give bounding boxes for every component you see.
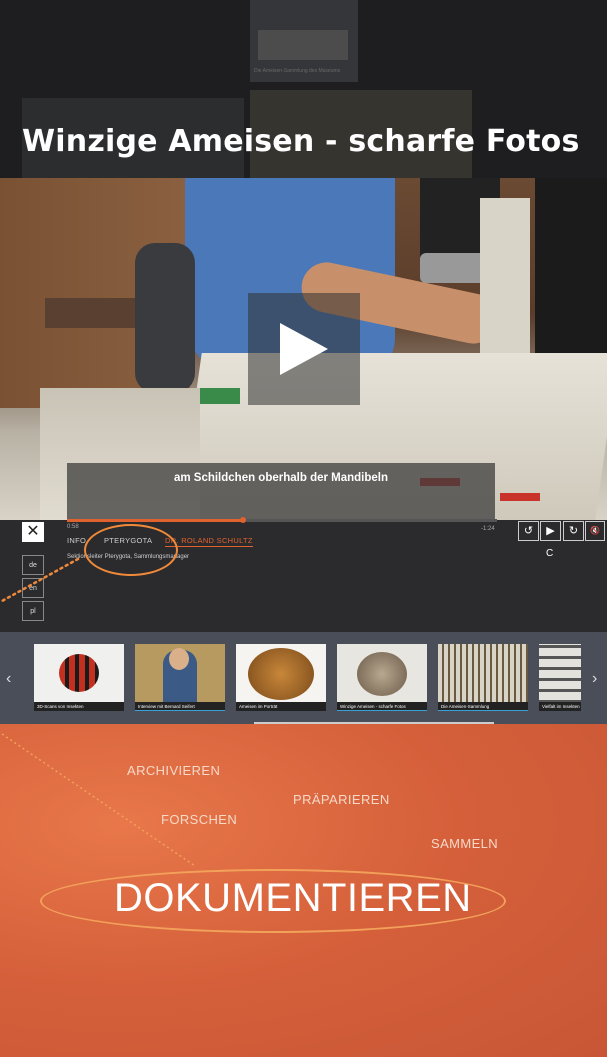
thumbnail-indicator [135,710,225,711]
replay-icon: ↺ [523,525,534,537]
thumbnail-item[interactable]: Winzige Ameisen - scharfe Fotos [337,644,427,711]
play-icon [280,323,328,375]
annotation-oval [84,524,178,576]
chair [135,243,195,393]
speaker-icon: 🔇 [590,526,600,535]
word-sammeln: SAMMELN [431,836,499,851]
thumbnail-caption: Vielfalt im Insekten [539,702,581,711]
time-elapsed: 0:58 [67,524,79,530]
annotation-dotted-line [0,557,80,603]
word-forschen: FORSCHEN [161,812,238,827]
thumbnail-item[interactable]: 3D-Scans von Insekten [34,644,124,711]
thumbnail-item[interactable]: Die Ameisen-Sammlung [438,644,528,711]
tab-roland-schultz[interactable]: DR. ROLAND SCHULTZ [165,536,253,547]
chevron-left-icon[interactable]: ‹ [6,670,11,688]
thumbnail-item[interactable]: Vielfalt im Insekten [539,644,581,711]
replay-button[interactable]: ↺ [518,521,539,541]
tab-info[interactable]: INFO [67,536,86,545]
face [169,648,189,670]
captions-toggle[interactable]: C [546,548,553,559]
thumbnail-indicator [337,710,427,711]
play-button[interactable] [248,293,360,405]
ant-image [357,652,407,696]
annotation-oval [40,869,506,933]
word-praeparieren: PRÄPARIEREN [293,792,390,807]
wall-paper [480,198,530,358]
annotation-dotted-line [1,733,196,867]
close-button[interactable]: ✕ [22,522,44,542]
page-title: Winzige Ameisen - scharfe Fotos [22,124,580,159]
thumbnail-indicator [438,710,528,711]
thumbnail-item[interactable]: Interview mit Bernard Seifert [135,644,225,711]
mute-button[interactable]: 🔇 [585,521,605,541]
label-red [500,493,540,501]
video-subtitle: am Schildchen oberhalb der Mandibeln [67,463,495,520]
cabinet-drawer [45,298,135,328]
background-thumb-caption: Die Ameisen-Sammlung des Museums [254,68,341,74]
thumbnail-item[interactable]: Ameisen im Porträt [236,644,326,711]
ant-head-image [248,648,314,700]
forward-icon: ↻ [568,525,579,537]
chevron-right-icon[interactable]: › [592,670,597,688]
time-remaining: -1:24 [481,526,495,532]
bug-image [59,654,99,692]
thumbnail-caption: 3D-Scans von Insekten [34,702,124,711]
thumbnail-caption: Ameisen im Porträt [236,702,326,711]
progress-fill [67,519,244,522]
monitor-stand [535,178,607,378]
forward-button[interactable]: ↻ [563,521,584,541]
background-thumb: Die Ameisen-Sammlung des Museums [250,0,358,82]
play-small-button[interactable]: ▶ [540,521,561,541]
word-archivieren: ARCHIVIEREN [127,763,221,778]
play-icon: ▶ [546,525,555,537]
